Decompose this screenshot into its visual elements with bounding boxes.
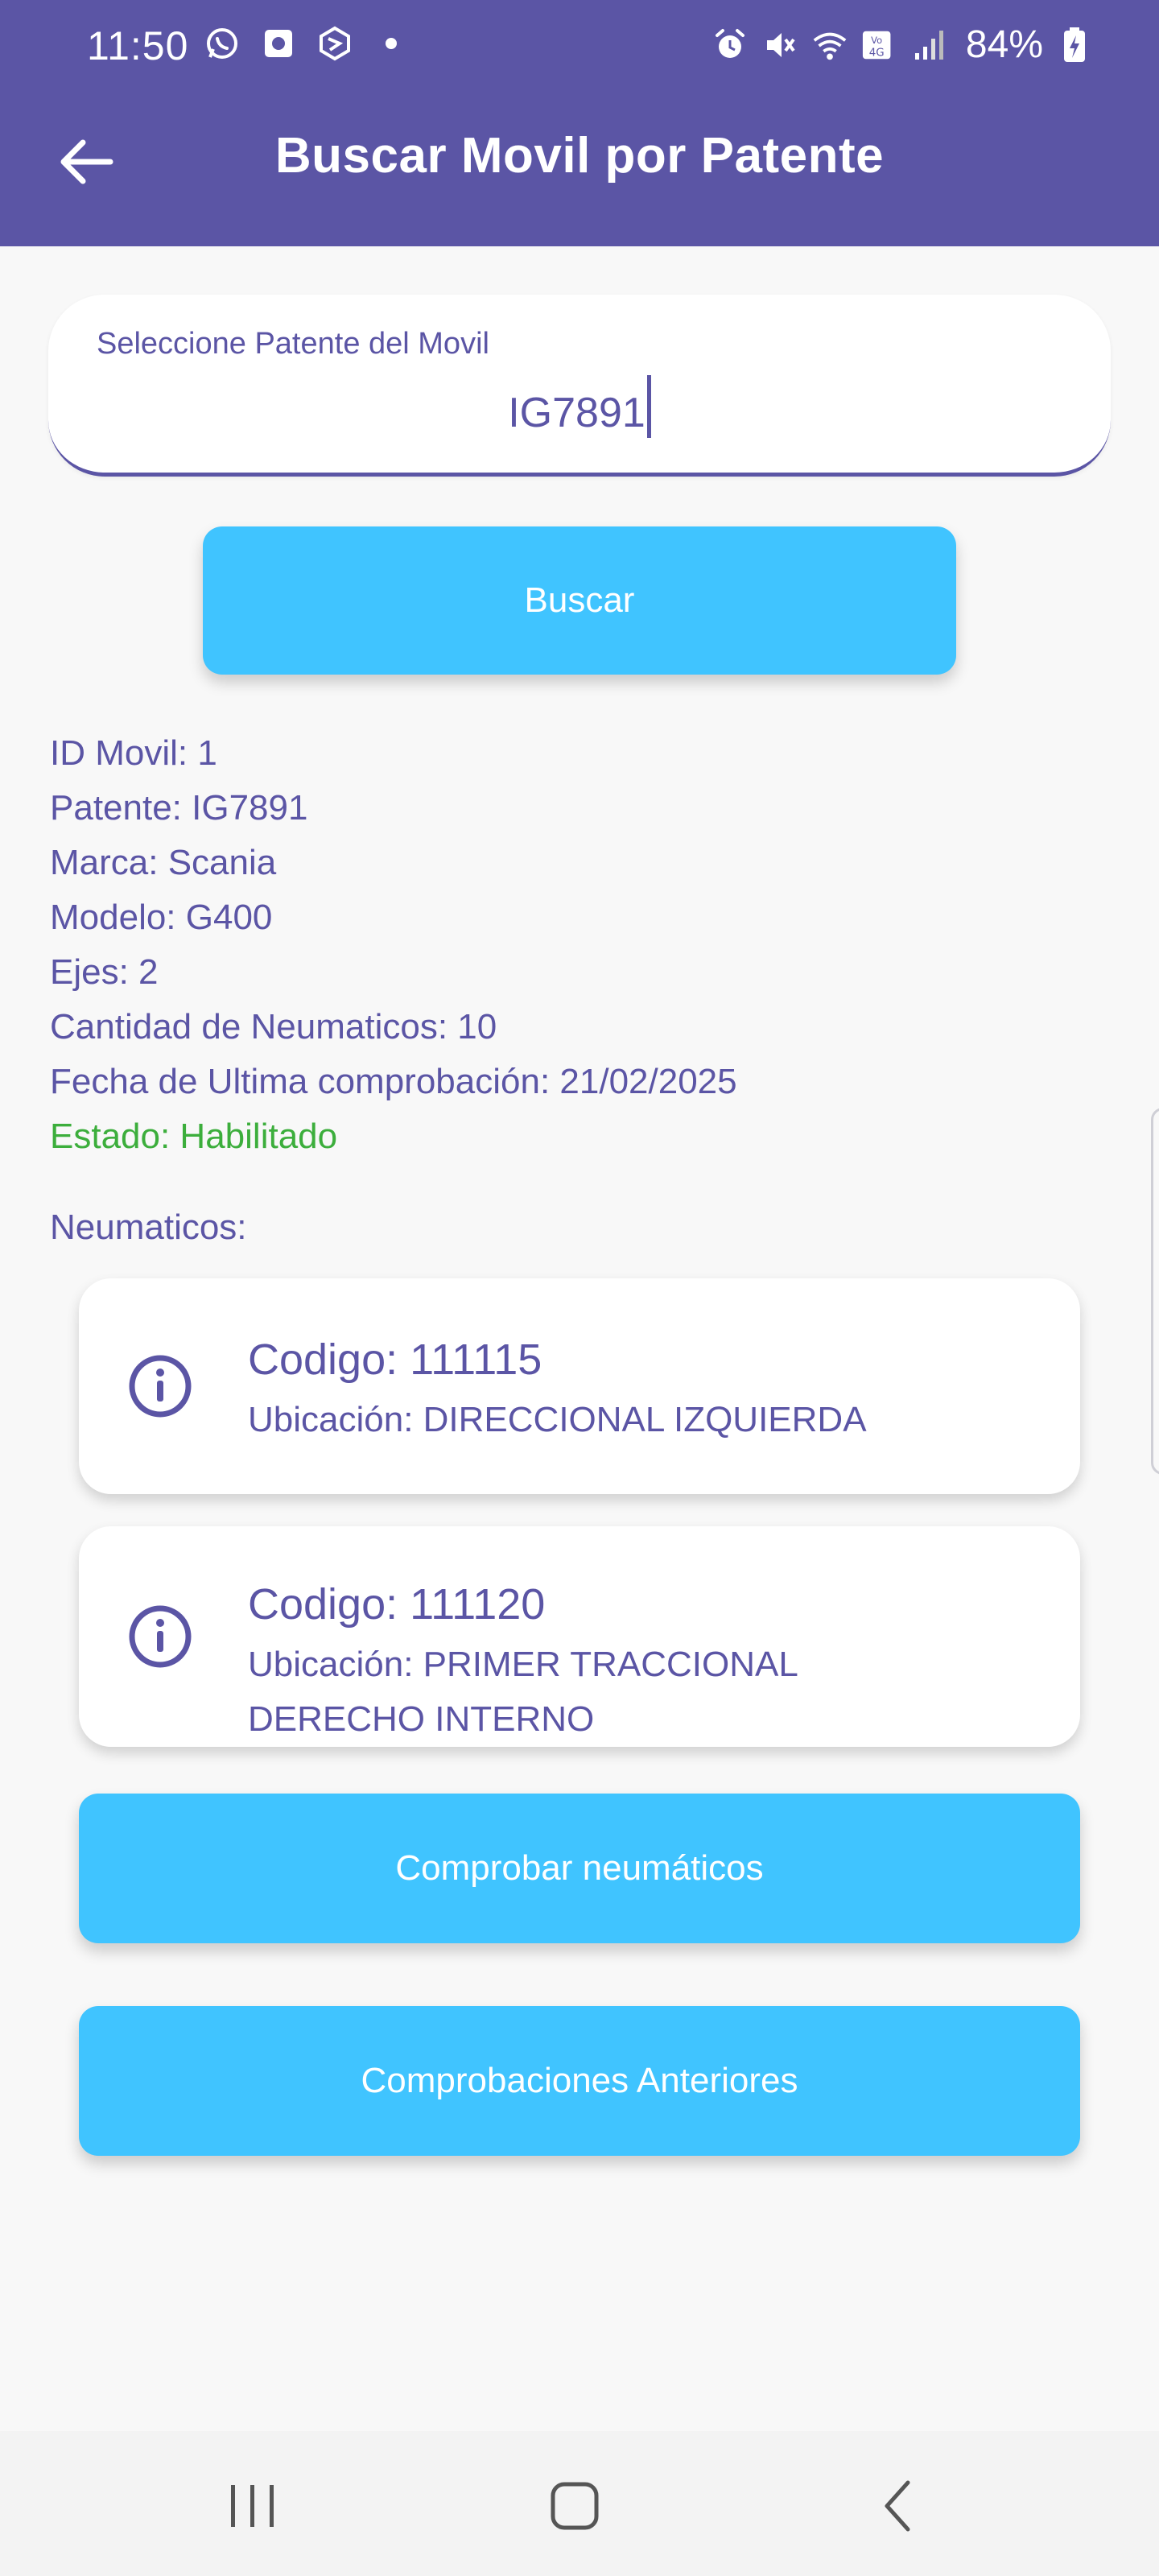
info-icon <box>127 1353 193 1419</box>
tire-code: Codigo: 111115 <box>248 1335 542 1385</box>
whatsapp-icon <box>203 24 241 63</box>
buscar-button[interactable]: Buscar <box>203 526 956 675</box>
tire-code: Codigo: 111120 <box>248 1579 545 1629</box>
vehicle-last-check: Fecha de Ultima comprobación: 21/02/2025 <box>50 1055 737 1109</box>
vehicle-id: ID Movil: 1 <box>50 726 737 781</box>
recents-button[interactable] <box>212 2470 293 2542</box>
battery-percent: 84% <box>966 23 1043 67</box>
comprobar-neumaticos-button[interactable]: Comprobar neumáticos <box>79 1794 1080 1943</box>
svg-text:Vo: Vo <box>871 35 882 46</box>
nav-back-button[interactable] <box>860 2470 940 2542</box>
vehicle-status: Estado: Habilitado <box>50 1109 737 1164</box>
tire-card[interactable]: Codigo: 111120 Ubicación: PRIMER TRACCIO… <box>79 1526 1080 1747</box>
notification-app-icon <box>259 24 298 63</box>
comprobaciones-anteriores-button[interactable]: Comprobaciones Anteriores <box>79 2006 1080 2156</box>
vehicle-patente: Patente: IG7891 <box>50 781 737 836</box>
tire-location: Ubicación: DIRECCIONAL IZQUIERDA <box>248 1393 972 1447</box>
vehicle-marca: Marca: Scania <box>50 836 737 890</box>
svg-text:4G: 4G <box>869 47 885 59</box>
recents-icon <box>225 2480 281 2532</box>
tire-card[interactable]: Codigo: 111115 Ubicación: DIRECCIONAL IZ… <box>79 1278 1080 1494</box>
patente-field-label: Seleccione Patente del Movil <box>97 327 489 361</box>
alarm-icon <box>711 27 749 64</box>
tire-location: Ubicación: PRIMER TRACCIONAL DERECHO INT… <box>248 1637 972 1747</box>
text-caret <box>647 375 651 438</box>
home-button[interactable] <box>534 2470 615 2542</box>
bing-icon <box>316 24 354 63</box>
status-left-icons <box>203 24 410 63</box>
vehicle-ejes: Ejes: 2 <box>50 945 737 1000</box>
tires-section-label: Neumaticos: <box>50 1208 247 1248</box>
patente-input[interactable]: IG7891 <box>48 375 1111 438</box>
system-nav-bar <box>0 2431 1159 2576</box>
app-header: 11:50 Vo4G 84% <box>0 0 1159 246</box>
home-icon <box>547 2478 603 2534</box>
status-time: 11:50 <box>87 23 188 69</box>
patente-field[interactable]: Seleccione Patente del Movil IG7891 <box>48 295 1111 477</box>
volte-4g-icon: Vo4G <box>861 27 898 64</box>
mute-icon <box>761 27 798 64</box>
patente-input-value: IG7891 <box>508 390 645 436</box>
signal-icon <box>911 27 948 64</box>
wifi-icon <box>811 27 848 64</box>
back-icon <box>876 2478 924 2534</box>
vehicle-info: ID Movil: 1 Patente: IG7891 Marca: Scani… <box>50 726 737 1164</box>
vehicle-tire-count: Cantidad de Neumaticos: 10 <box>50 1000 737 1055</box>
page-title: Buscar Movil por Patente <box>0 127 1159 184</box>
vehicle-modelo: Modelo: G400 <box>50 890 737 945</box>
status-right-icons: Vo4G 84% <box>711 23 1093 67</box>
dot-icon <box>372 24 410 63</box>
scroll-indicator[interactable] <box>1151 1108 1159 1475</box>
battery-charging-icon <box>1056 27 1093 64</box>
info-icon <box>127 1604 193 1670</box>
